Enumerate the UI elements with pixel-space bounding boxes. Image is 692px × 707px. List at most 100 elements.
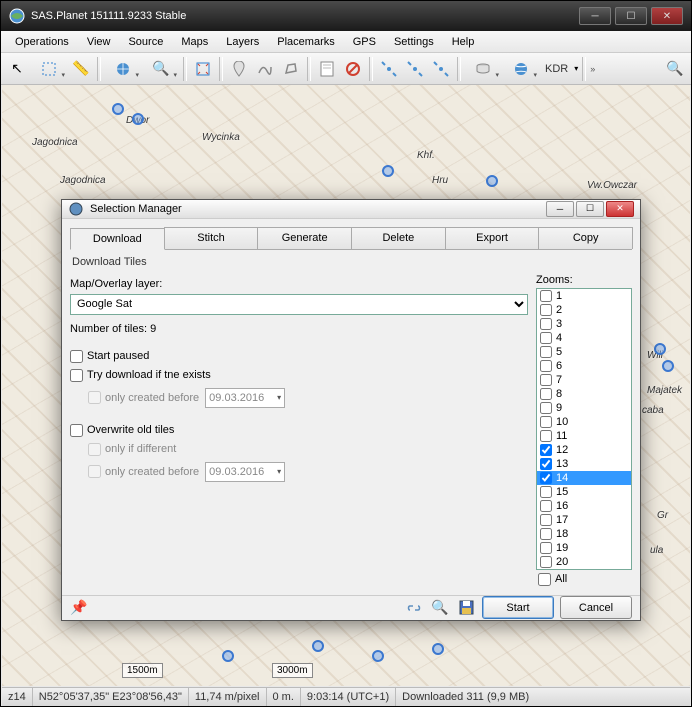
close-button[interactable]: ✕ xyxy=(651,7,683,25)
globe2-tool[interactable] xyxy=(503,57,539,81)
zoom-item-5[interactable]: 5 xyxy=(537,345,631,359)
tab-stitch[interactable]: Stitch xyxy=(164,227,259,249)
zooms-label: Zooms: xyxy=(536,274,632,286)
path-tool[interactable] xyxy=(253,57,277,81)
map-label: ula xyxy=(650,545,663,556)
zoom-item-11[interactable]: 11 xyxy=(537,429,631,443)
menu-help[interactable]: Help xyxy=(444,33,483,51)
zoom-list[interactable]: 1234567891011121314151617181920 xyxy=(536,288,632,570)
dialog-tabs: DownloadStitchGenerateDeleteExportCopy xyxy=(70,227,632,250)
basket-tool[interactable] xyxy=(465,57,501,81)
map-label: Majatek xyxy=(647,385,682,396)
all-zooms-label: All xyxy=(555,573,567,585)
cancel-button[interactable]: Cancel xyxy=(560,596,632,619)
zoom-item-13[interactable]: 13 xyxy=(537,457,631,471)
download-tiles-label: Download Tiles xyxy=(70,250,632,274)
footer-link-icon[interactable] xyxy=(404,598,424,618)
zoom-item-18[interactable]: 18 xyxy=(537,527,631,541)
status-zoom: z14 xyxy=(2,688,33,706)
status-bar: z14 N52°05'37,35" E23°08'56,43" 11,74 m/… xyxy=(2,687,690,706)
zoom-item-20[interactable]: 20 xyxy=(537,555,631,569)
zoom-item-12[interactable]: 12 xyxy=(537,443,631,457)
dialog-footer: 📌 🔍 Start Cancel xyxy=(62,595,640,621)
map-label: Jagodnica xyxy=(60,175,106,186)
zoom-item-19[interactable]: 19 xyxy=(537,541,631,555)
menu-layers[interactable]: Layers xyxy=(218,33,267,51)
menu-view[interactable]: View xyxy=(79,33,119,51)
overwrite-checkbox[interactable] xyxy=(70,424,83,437)
placemark-tool[interactable] xyxy=(227,57,251,81)
zoom-item-2[interactable]: 2 xyxy=(537,303,631,317)
select-tool[interactable] xyxy=(31,57,67,81)
zoom-item-15[interactable]: 15 xyxy=(537,485,631,499)
main-toolbar: ↖ 📏 🔍 KDR▾ » 🔍 xyxy=(1,53,691,85)
scale-label: 3000m xyxy=(272,663,313,678)
status-dist: 0 m. xyxy=(267,688,301,706)
tab-download[interactable]: Download xyxy=(70,228,165,250)
pin-icon[interactable]: 📌 xyxy=(70,599,87,616)
overwrite-label: Overwrite old tiles xyxy=(87,424,174,436)
zoom-item-3[interactable]: 3 xyxy=(537,317,631,331)
zoom-item-4[interactable]: 4 xyxy=(537,331,631,345)
menu-maps[interactable]: Maps xyxy=(173,33,216,51)
dialog-maximize[interactable]: ☐ xyxy=(576,201,604,217)
nosign-tool[interactable] xyxy=(341,57,365,81)
zoom-item-17[interactable]: 17 xyxy=(537,513,631,527)
all-zooms-checkbox[interactable] xyxy=(538,573,551,586)
dialog-close[interactable]: ✕ xyxy=(606,201,634,217)
try-download-checkbox[interactable] xyxy=(70,369,83,382)
globe-tool[interactable] xyxy=(105,57,141,81)
zoom-item-9[interactable]: 9 xyxy=(537,401,631,415)
sat3-tool[interactable] xyxy=(429,57,453,81)
menu-operations[interactable]: Operations xyxy=(7,33,77,51)
start-paused-label: Start paused xyxy=(87,350,149,362)
tab-delete[interactable]: Delete xyxy=(351,227,446,249)
layer-select[interactable]: Google Sat xyxy=(70,294,528,315)
zoom-item-16[interactable]: 16 xyxy=(537,499,631,513)
menu-gps[interactable]: GPS xyxy=(345,33,384,51)
sat1-tool[interactable] xyxy=(377,57,401,81)
status-mpp: 11,74 m/pixel xyxy=(189,688,267,706)
map-label: Hru xyxy=(432,175,448,186)
tab-export[interactable]: Export xyxy=(445,227,540,249)
status-coords: N52°05'37,35" E23°08'56,43" xyxy=(33,688,189,706)
only-if-different-checkbox xyxy=(88,443,101,456)
kdr-label[interactable]: KDR xyxy=(541,63,572,75)
footer-save-icon[interactable] xyxy=(456,598,476,618)
ruler-tool[interactable]: 📏 xyxy=(69,57,93,81)
tab-generate[interactable]: Generate xyxy=(257,227,352,249)
zoom-item-1[interactable]: 1 xyxy=(537,289,631,303)
layer-label: Map/Overlay layer: xyxy=(70,278,528,290)
menu-placemarks[interactable]: Placemarks xyxy=(269,33,342,51)
start-paused-checkbox[interactable] xyxy=(70,350,83,363)
dialog-title-bar[interactable]: Selection Manager ─ ☐ ✕ xyxy=(62,200,640,219)
pointer-tool[interactable]: ↖ xyxy=(5,57,29,81)
zoom-item-6[interactable]: 6 xyxy=(537,359,631,373)
zoom-item-14[interactable]: 14 xyxy=(537,471,631,485)
date-picker-2[interactable]: 09.03.2016 xyxy=(205,462,285,482)
menu-source[interactable]: Source xyxy=(120,33,171,51)
map-label: caba xyxy=(642,405,664,416)
only-created-before-1-checkbox xyxy=(88,391,101,404)
date-picker-1[interactable]: 09.03.2016 xyxy=(205,388,285,408)
app-icon xyxy=(9,8,25,24)
footer-zoom-icon[interactable]: 🔍 xyxy=(430,598,450,618)
calc-tool[interactable] xyxy=(315,57,339,81)
tab-copy[interactable]: Copy xyxy=(538,227,633,249)
zoom-tool[interactable]: 🔍 xyxy=(143,57,179,81)
minimize-button[interactable]: ─ xyxy=(579,7,611,25)
menu-settings[interactable]: Settings xyxy=(386,33,442,51)
sat2-tool[interactable] xyxy=(403,57,427,81)
dialog-minimize[interactable]: ─ xyxy=(546,201,574,217)
zoom-item-8[interactable]: 8 xyxy=(537,387,631,401)
zoom-item-7[interactable]: 7 xyxy=(537,373,631,387)
only-created-before-2-checkbox xyxy=(88,465,101,478)
polygon-tool[interactable] xyxy=(279,57,303,81)
only-created-before-1-label: only created before xyxy=(105,392,199,404)
map-label: Vw.Owczar xyxy=(587,180,637,191)
start-button[interactable]: Start xyxy=(482,596,554,619)
fullscreen-tool[interactable] xyxy=(191,57,215,81)
maximize-button[interactable]: ☐ xyxy=(615,7,647,25)
search-zoom-tool[interactable]: 🔍 xyxy=(663,57,687,81)
zoom-item-10[interactable]: 10 xyxy=(537,415,631,429)
